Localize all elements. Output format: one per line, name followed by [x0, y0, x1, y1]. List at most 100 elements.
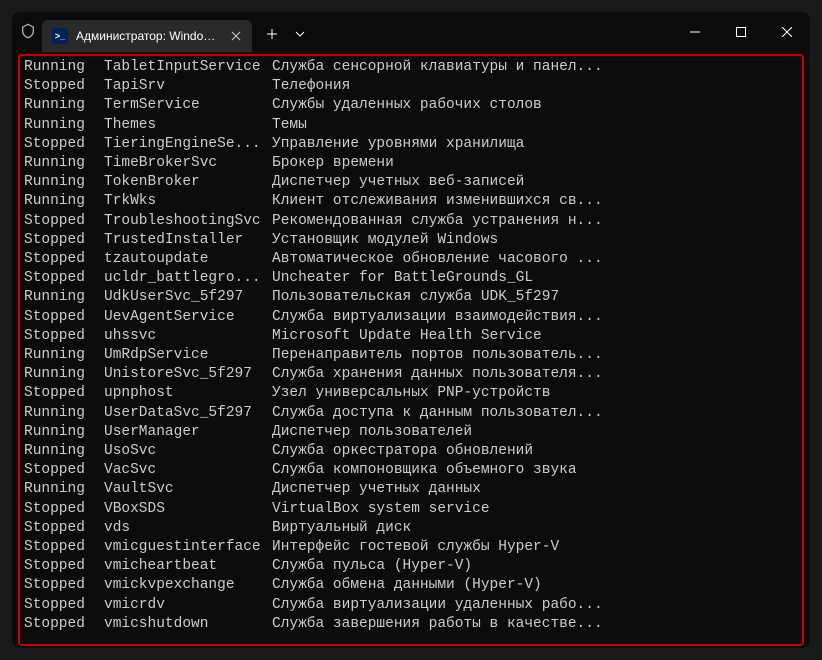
- service-status: Stopped: [24, 500, 104, 519]
- service-display: Интерфейс гостевой службы Hyper-V: [272, 538, 798, 557]
- service-row: Running TimeBrokerSvc Брокер времени: [24, 154, 798, 173]
- service-row: Stopped UevAgentService Служба виртуализ…: [24, 308, 798, 327]
- tab-title: Администратор: Windows Po: [76, 29, 220, 43]
- service-status: Stopped: [24, 538, 104, 557]
- minimize-button[interactable]: [672, 12, 718, 52]
- service-display: Служба обмена данными (Hyper-V): [272, 576, 798, 595]
- maximize-button[interactable]: [718, 12, 764, 52]
- service-name: UserManager: [104, 423, 272, 442]
- service-name: vmicrdv: [104, 596, 272, 615]
- service-display: Служба пульса (Hyper-V): [272, 557, 798, 576]
- window-controls: [672, 12, 810, 52]
- service-name: UsoSvc: [104, 442, 272, 461]
- service-name: UdkUserSvc_5f297: [104, 288, 272, 307]
- service-row: Stopped VBoxSDS VirtualBox system servic…: [24, 500, 798, 519]
- service-display: Брокер времени: [272, 154, 798, 173]
- service-status: Running: [24, 116, 104, 135]
- service-display: Служба компоновщика объемного звука: [272, 461, 798, 480]
- service-row: Stopped vmicheartbeat Служба пульса (Hyp…: [24, 557, 798, 576]
- service-display: Диспетчер пользователей: [272, 423, 798, 442]
- service-row: Stopped VacSvc Служба компоновщика объем…: [24, 461, 798, 480]
- service-display: Телефония: [272, 77, 798, 96]
- tab-dropdown-button[interactable]: [288, 18, 312, 50]
- service-name: ucldr_battlegro...: [104, 269, 272, 288]
- service-display: VirtualBox system service: [272, 500, 798, 519]
- service-row: Stopped vmicshutdown Служба завершения р…: [24, 615, 798, 634]
- service-status: Stopped: [24, 135, 104, 154]
- service-display: Uncheater for BattleGrounds_GL: [272, 269, 798, 288]
- service-row: Running UsoSvc Служба оркестратора обнов…: [24, 442, 798, 461]
- service-display: Служба завершения работы в качестве...: [272, 615, 798, 634]
- service-status: Running: [24, 346, 104, 365]
- service-row: Running UdkUserSvc_5f297 Пользовательска…: [24, 288, 798, 307]
- terminal-area[interactable]: Running TabletInputService Служба сенсор…: [12, 52, 810, 648]
- tab-close-button[interactable]: [228, 28, 244, 44]
- service-status: Stopped: [24, 212, 104, 231]
- service-status: Stopped: [24, 231, 104, 250]
- service-status: Running: [24, 442, 104, 461]
- service-name: TieringEngineSe...: [104, 135, 272, 154]
- service-name: VBoxSDS: [104, 500, 272, 519]
- service-name: tzautoupdate: [104, 250, 272, 269]
- service-status: Running: [24, 96, 104, 115]
- terminal-content: Running TabletInputService Служба сенсор…: [18, 54, 804, 646]
- service-name: UnistoreSvc_5f297: [104, 365, 272, 384]
- service-row: Stopped vmicrdv Служба виртуализации уда…: [24, 596, 798, 615]
- service-status: Stopped: [24, 327, 104, 346]
- service-name: vds: [104, 519, 272, 538]
- service-row: Running TrkWks Клиент отслеживания измен…: [24, 192, 798, 211]
- service-status: Running: [24, 404, 104, 423]
- service-name: UevAgentService: [104, 308, 272, 327]
- service-display: Управление уровнями хранилища: [272, 135, 798, 154]
- service-status: Stopped: [24, 461, 104, 480]
- service-row: Running TermService Службы удаленных раб…: [24, 96, 798, 115]
- service-status: Stopped: [24, 250, 104, 269]
- service-name: TimeBrokerSvc: [104, 154, 272, 173]
- service-row: Stopped TieringEngineSe... Управление ур…: [24, 135, 798, 154]
- service-display: Темы: [272, 116, 798, 135]
- titlebar: >_ Администратор: Windows Po: [12, 12, 810, 52]
- service-display: Служба хранения данных пользователя...: [272, 365, 798, 384]
- service-status: Running: [24, 480, 104, 499]
- service-display: Диспетчер учетных веб-записей: [272, 173, 798, 192]
- service-name: TabletInputService: [104, 58, 272, 77]
- service-display: Клиент отслеживания изменившихся св...: [272, 192, 798, 211]
- service-status: Running: [24, 58, 104, 77]
- service-display: Пользовательская служба UDK_5f297: [272, 288, 798, 307]
- service-name: TokenBroker: [104, 173, 272, 192]
- service-status: Stopped: [24, 269, 104, 288]
- service-name: TrustedInstaller: [104, 231, 272, 250]
- service-row: Running UserDataSvc_5f297 Служба доступа…: [24, 404, 798, 423]
- service-row: Stopped TroubleshootingSvc Рекомендованн…: [24, 212, 798, 231]
- service-name: vmickvpexchange: [104, 576, 272, 595]
- service-display: Автоматическое обновление часового ...: [272, 250, 798, 269]
- service-display: Диспетчер учетных данных: [272, 480, 798, 499]
- terminal-window: >_ Администратор: Windows Po Running Tab…: [12, 12, 810, 648]
- service-name: vmicguestinterface: [104, 538, 272, 557]
- service-row: Stopped TrustedInstaller Установщик моду…: [24, 231, 798, 250]
- service-status: Stopped: [24, 596, 104, 615]
- service-name: Themes: [104, 116, 272, 135]
- service-name: UmRdpService: [104, 346, 272, 365]
- tab-active[interactable]: >_ Администратор: Windows Po: [42, 20, 252, 52]
- new-tab-button[interactable]: [256, 18, 288, 50]
- service-display: Рекомендованная служба устранения н...: [272, 212, 798, 231]
- service-status: Running: [24, 423, 104, 442]
- service-name: TroubleshootingSvc: [104, 212, 272, 231]
- service-row: Stopped vmicguestinterface Интерфейс гос…: [24, 538, 798, 557]
- service-status: Stopped: [24, 576, 104, 595]
- service-status: Stopped: [24, 557, 104, 576]
- service-name: UserDataSvc_5f297: [104, 404, 272, 423]
- service-display: Перенаправитель портов пользователь...: [272, 346, 798, 365]
- service-display: Служба виртуализации взаимодействия...: [272, 308, 798, 327]
- close-button[interactable]: [764, 12, 810, 52]
- service-name: VaultSvc: [104, 480, 272, 499]
- service-display: Виртуальный диск: [272, 519, 798, 538]
- service-status: Stopped: [24, 615, 104, 634]
- service-display: Службы удаленных рабочих столов: [272, 96, 798, 115]
- service-name: vmicshutdown: [104, 615, 272, 634]
- service-status: Running: [24, 288, 104, 307]
- service-name: upnphost: [104, 384, 272, 403]
- service-row: Running UnistoreSvc_5f297 Служба хранени…: [24, 365, 798, 384]
- service-status: Running: [24, 365, 104, 384]
